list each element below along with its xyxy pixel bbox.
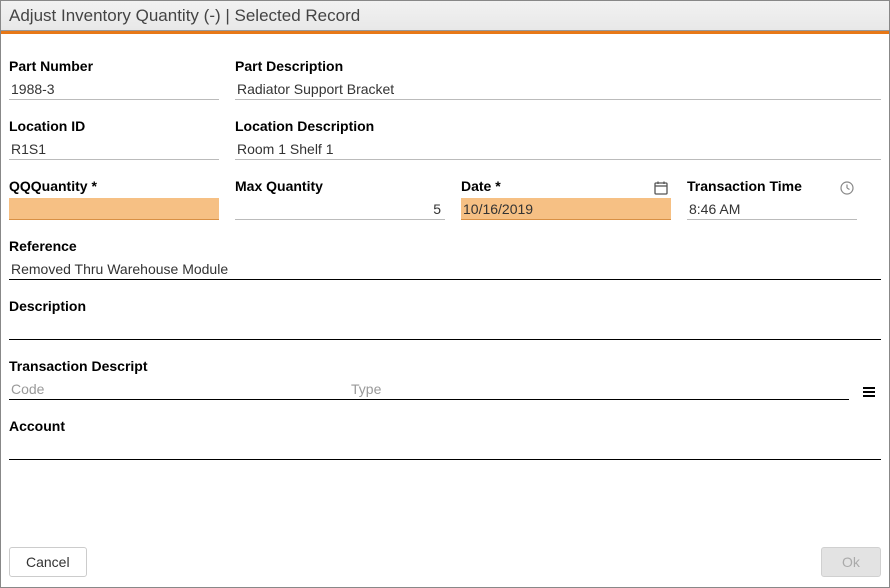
field-part-description: Part Description <box>235 58 881 100</box>
row-account: Account <box>9 418 881 460</box>
dialog-window: Adjust Inventory Quantity (-) | Selected… <box>0 0 890 588</box>
input-part-number[interactable] <box>9 78 219 100</box>
input-description[interactable] <box>9 318 881 340</box>
input-location-id[interactable] <box>9 138 219 160</box>
input-reference[interactable] <box>9 258 881 280</box>
menu-icon[interactable] <box>857 384 881 400</box>
label-transaction-time: Transaction Time <box>687 178 857 194</box>
label-date: Date * <box>461 178 671 194</box>
input-td-type[interactable] <box>349 378 849 400</box>
input-qq-quantity[interactable] <box>9 198 219 220</box>
input-location-description[interactable] <box>235 138 881 160</box>
clock-icon[interactable] <box>839 180 855 196</box>
field-max-quantity: Max Quantity <box>235 178 445 220</box>
label-part-description: Part Description <box>235 58 881 74</box>
field-qq-quantity: QQQuantity * <box>9 178 219 220</box>
field-transaction-descript: Transaction Descript <box>9 358 881 400</box>
field-location-description: Location Description <box>235 118 881 160</box>
cancel-button[interactable]: Cancel <box>9 547 87 577</box>
row-location: Location ID Location Description <box>9 118 881 160</box>
transaction-descript-row <box>9 378 881 400</box>
row-reference: Reference <box>9 238 881 280</box>
window-titlebar: Adjust Inventory Quantity (-) | Selected… <box>1 1 889 31</box>
field-location-id: Location ID <box>9 118 219 160</box>
field-date: Date * <box>461 178 671 220</box>
label-account: Account <box>9 418 881 434</box>
input-max-quantity[interactable] <box>235 198 445 220</box>
input-td-code[interactable] <box>9 378 349 400</box>
input-account[interactable] <box>9 438 881 460</box>
label-description: Description <box>9 298 881 314</box>
input-transaction-time[interactable] <box>687 198 857 220</box>
label-reference: Reference <box>9 238 881 254</box>
label-location-description: Location Description <box>235 118 881 134</box>
field-part-number: Part Number <box>9 58 219 100</box>
label-location-id: Location ID <box>9 118 219 134</box>
field-description: Description <box>9 298 881 340</box>
row-qty-date: QQQuantity * Max Quantity Date * <box>9 178 881 220</box>
input-date[interactable] <box>461 198 671 220</box>
calendar-icon[interactable] <box>653 180 669 196</box>
row-description: Description <box>9 298 881 340</box>
ok-button[interactable]: Ok <box>821 547 881 577</box>
row-part: Part Number Part Description <box>9 58 881 100</box>
field-account: Account <box>9 418 881 460</box>
form-content: Part Number Part Description Location ID… <box>1 34 889 587</box>
label-part-number: Part Number <box>9 58 219 74</box>
label-transaction-descript: Transaction Descript <box>9 358 881 374</box>
label-qq-quantity: QQQuantity * <box>9 178 219 194</box>
field-reference: Reference <box>9 238 881 280</box>
label-max-quantity: Max Quantity <box>235 178 445 194</box>
dialog-footer: Cancel Ok <box>1 543 889 587</box>
input-part-description[interactable] <box>235 78 881 100</box>
window-title: Adjust Inventory Quantity (-) | Selected… <box>9 6 360 26</box>
field-transaction-time: Transaction Time <box>687 178 857 220</box>
